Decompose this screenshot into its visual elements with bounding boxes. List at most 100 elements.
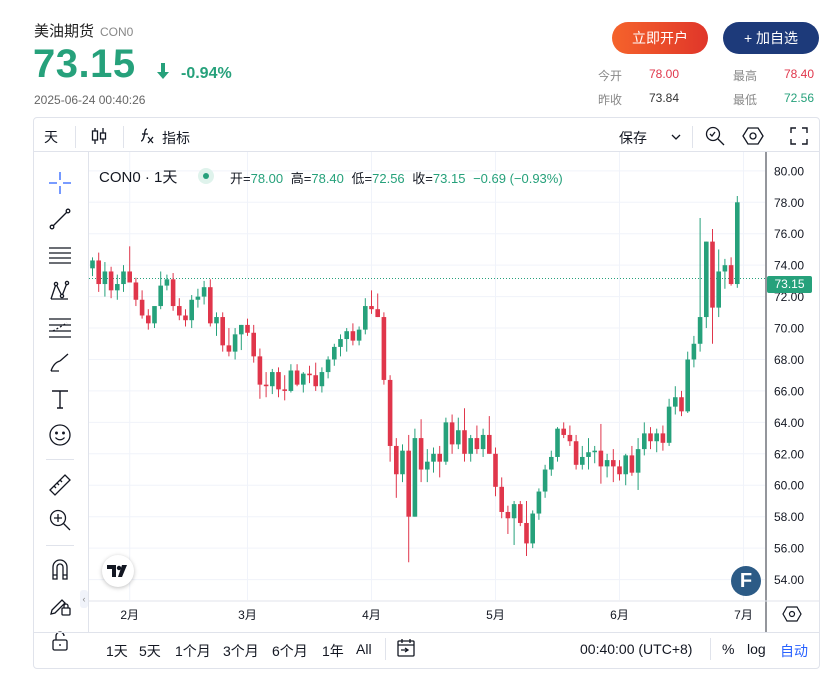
stat-low-value: 72.56 xyxy=(784,91,815,105)
candle-body xyxy=(567,434,573,442)
candle-body xyxy=(487,434,492,454)
candle-body xyxy=(387,379,393,446)
candle-body xyxy=(319,372,325,387)
change-percent: -0.94% xyxy=(181,65,232,82)
drawing-toolbar-divider xyxy=(46,459,74,460)
candle-body xyxy=(146,315,151,324)
candle-body xyxy=(642,433,647,450)
legend-symbol: CON0 · 1天 xyxy=(99,169,178,186)
bottom-divider xyxy=(710,638,711,660)
legend-close-label: 收= xyxy=(412,171,433,186)
candle-body xyxy=(549,456,554,470)
candle-body xyxy=(555,428,560,457)
horizontal-lines-icon[interactable] xyxy=(47,242,73,268)
log-scale-toggle[interactable]: log xyxy=(747,641,766,657)
candle-body xyxy=(363,306,368,330)
candle-body xyxy=(406,450,411,517)
x-tick-label: 4月 xyxy=(362,608,381,622)
zoom-in-icon[interactable] xyxy=(47,507,73,533)
candle-body xyxy=(270,372,275,387)
add-to-watchlist-button[interactable]: + 加自选 xyxy=(723,22,819,54)
legend-close: 73.15 xyxy=(432,171,466,186)
candle-body xyxy=(139,299,145,316)
candle-body xyxy=(121,271,126,285)
axis-settings-icon[interactable] xyxy=(782,604,802,629)
tradingview-logo-icon[interactable] xyxy=(102,555,134,587)
candle-body xyxy=(635,449,641,473)
price-chart[interactable]: 80.0078.0076.0074.0072.0070.0068.0066.00… xyxy=(89,152,819,632)
fib-retracement-icon[interactable] xyxy=(47,314,73,340)
candle-body xyxy=(518,504,523,523)
candle-body xyxy=(418,438,424,470)
toolbar-divider xyxy=(75,126,76,148)
candle-body xyxy=(542,469,548,492)
range-3m[interactable]: 3个月 xyxy=(223,641,259,661)
candle-body xyxy=(381,317,387,380)
settings-icon[interactable] xyxy=(742,125,764,152)
range-5d[interactable]: 5天 xyxy=(139,641,161,661)
lock-drawing-icon[interactable] xyxy=(47,592,73,618)
instrument-code: CON0 xyxy=(100,25,134,39)
indicators-icon[interactable] xyxy=(138,126,156,151)
candle-body xyxy=(313,375,318,387)
crosshair-icon[interactable] xyxy=(47,170,73,196)
ruler-icon[interactable] xyxy=(47,472,73,498)
candle-body xyxy=(468,438,473,454)
candle-body xyxy=(127,271,132,283)
interval-selector[interactable]: 天 xyxy=(44,128,58,146)
candle-style-icon[interactable] xyxy=(89,126,109,151)
trend-line-icon[interactable] xyxy=(47,206,73,232)
legend-ohlc: 开=78.00 高=78.40 低=72.56 收=73.15 −0.69 (−… xyxy=(230,168,563,187)
fullscreen-icon[interactable] xyxy=(789,126,809,151)
range-6m[interactable]: 6个月 xyxy=(272,641,308,661)
drawing-toolbar-divider xyxy=(46,545,74,546)
candle-body xyxy=(722,265,728,272)
candle-body xyxy=(474,438,480,450)
range-1d[interactable]: 1天 xyxy=(106,641,128,661)
legend-high: 78.40 xyxy=(311,171,344,186)
range-1m[interactable]: 1个月 xyxy=(175,641,211,661)
candle-body xyxy=(183,315,188,321)
chevron-down-icon[interactable] xyxy=(670,130,682,148)
percent-scale-toggle[interactable]: % xyxy=(722,641,734,657)
toolbar-divider xyxy=(692,126,693,148)
x-tick-label: 2月 xyxy=(120,608,139,622)
save-button[interactable]: 保存 xyxy=(619,128,647,148)
candle-body xyxy=(561,428,566,435)
y-tick-label: 54.00 xyxy=(774,573,804,587)
legend-change: −0.69 (−0.93%) xyxy=(473,171,563,186)
candle-body xyxy=(604,460,610,467)
bottom-divider xyxy=(385,638,386,660)
timezone-clock[interactable]: 00:40:00 (UTC+8) xyxy=(580,641,692,657)
y-tick-label: 78.00 xyxy=(774,196,804,210)
brush-icon[interactable] xyxy=(47,350,73,376)
range-all[interactable]: All xyxy=(356,641,372,657)
stat-open-value: 78.00 xyxy=(649,67,680,81)
legend-low: 72.56 xyxy=(372,171,405,186)
y-tick-label: 74.00 xyxy=(774,259,804,273)
y-tick-label: 60.00 xyxy=(774,479,804,493)
candle-body xyxy=(536,491,542,514)
stat-prev-close-value: 73.84 xyxy=(649,91,680,105)
candle-body xyxy=(697,317,703,344)
auto-scale-toggle[interactable]: 自动 xyxy=(780,641,808,661)
candle-body xyxy=(201,287,207,297)
magnet-icon[interactable] xyxy=(47,556,73,582)
range-1y[interactable]: 1年 xyxy=(322,641,344,661)
quick-search-icon[interactable] xyxy=(704,125,726,152)
candle-body xyxy=(449,422,455,445)
candle-body xyxy=(208,287,213,324)
pattern-tool-icon[interactable] xyxy=(47,278,73,304)
open-account-button[interactable]: 立即开户 xyxy=(612,22,708,54)
candle-body xyxy=(493,453,498,487)
candle-body xyxy=(648,433,653,442)
candle-body xyxy=(195,296,201,300)
candle-body xyxy=(431,453,436,462)
indicators-button[interactable]: 指标 xyxy=(162,128,190,148)
candle-body xyxy=(573,441,579,465)
stat-low-label: 最低 xyxy=(733,93,758,107)
date-range-icon[interactable] xyxy=(396,638,416,663)
emoji-icon[interactable] xyxy=(47,422,73,448)
text-tool-icon[interactable] xyxy=(47,386,73,412)
collapse-toolbar-icon[interactable]: ‹ xyxy=(80,590,88,608)
